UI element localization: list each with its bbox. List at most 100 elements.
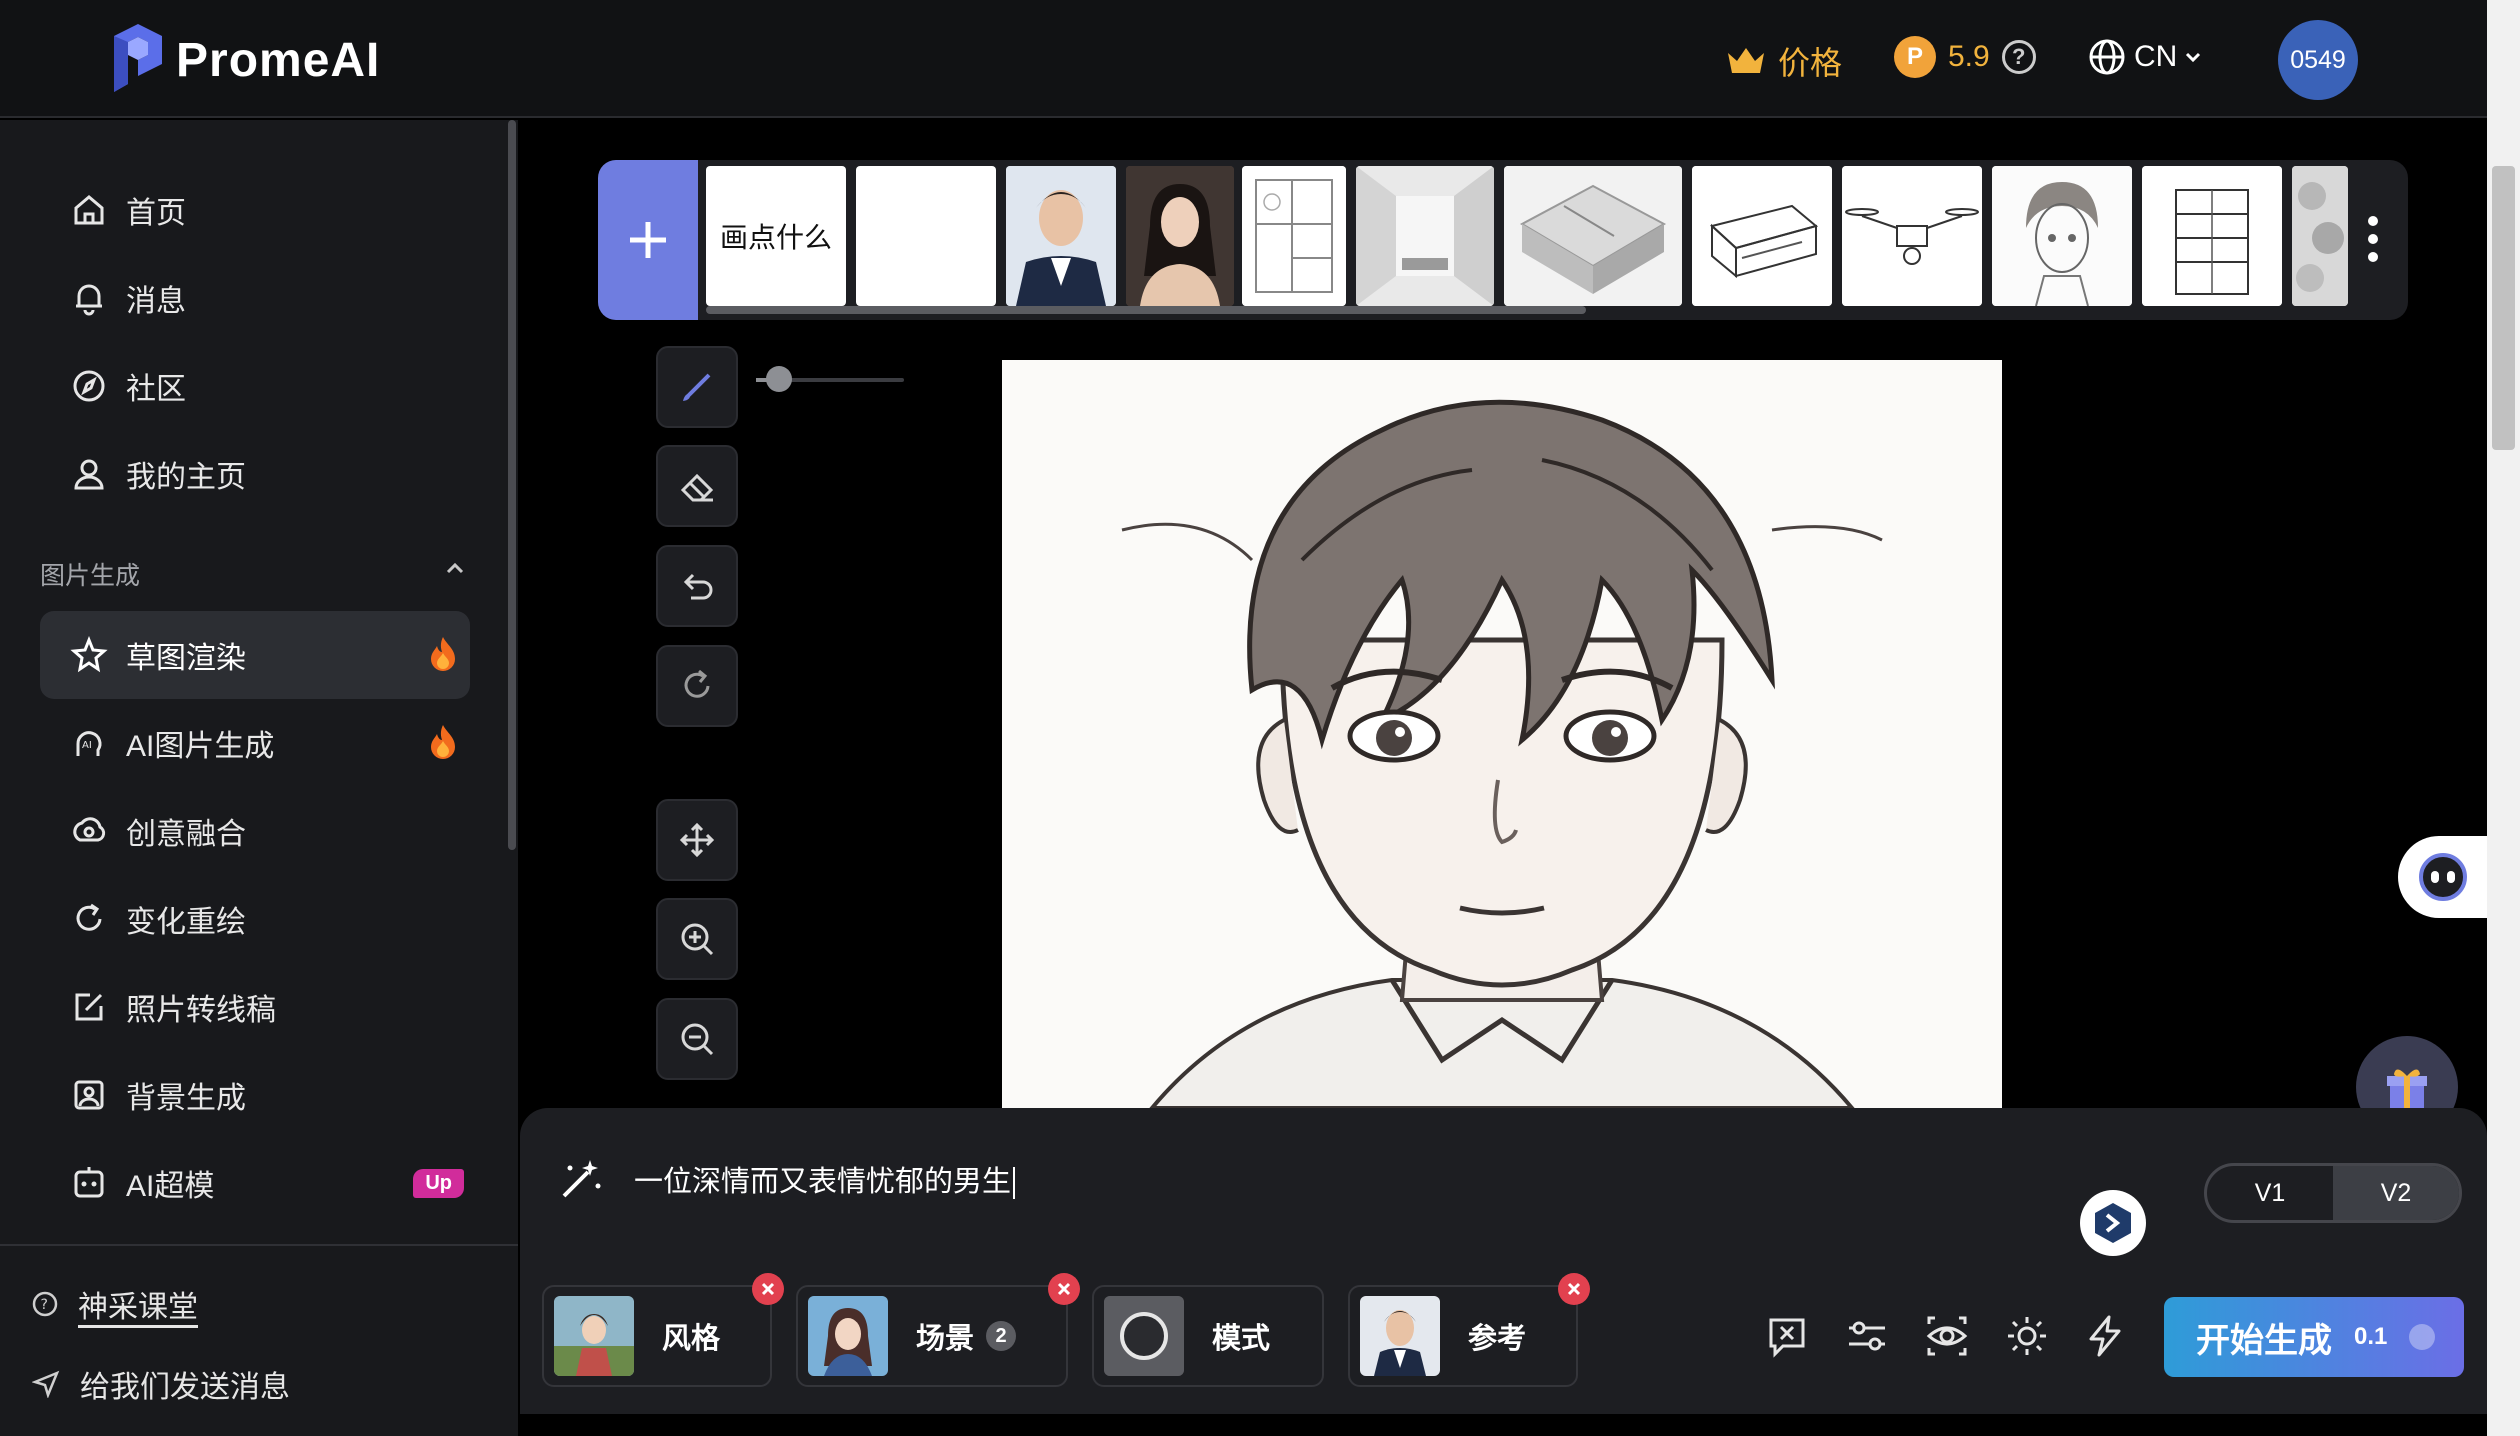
zoom-in-button[interactable] bbox=[656, 898, 738, 980]
template-anime-boy[interactable] bbox=[1992, 166, 2132, 306]
page-scrollbar-thumb[interactable] bbox=[2492, 166, 2515, 450]
undo-button[interactable] bbox=[656, 545, 738, 627]
sidebar-item-ai-image[interactable]: AI AI图片生成 bbox=[40, 699, 470, 787]
sidebar-item-label: 创意融合 bbox=[126, 818, 246, 851]
zoom-out-button[interactable] bbox=[656, 998, 738, 1080]
version-v1-button[interactable]: V1 bbox=[2207, 1166, 2333, 1220]
template-food[interactable] bbox=[2292, 166, 2348, 306]
sidebar-item-community[interactable]: 社区 bbox=[40, 342, 470, 430]
crown-icon bbox=[1728, 48, 1764, 73]
sidebar-scrollbar[interactable] bbox=[508, 120, 516, 850]
zoom-in-icon bbox=[681, 923, 714, 956]
generate-label: 开始生成 bbox=[2196, 1321, 2332, 1360]
style-label: 风格 bbox=[662, 1323, 721, 1355]
gift-icon bbox=[2387, 1069, 2427, 1108]
scene-chip[interactable]: 场景 2 bbox=[796, 1273, 1080, 1387]
sketch-canvas[interactable] bbox=[1002, 360, 2002, 1108]
redo-icon bbox=[684, 669, 710, 698]
course-link[interactable]: ? 神采课堂 bbox=[32, 1282, 198, 1326]
zoom-out-icon bbox=[681, 1023, 714, 1056]
fire-icon bbox=[431, 637, 455, 671]
sidebar-item-creative-blend[interactable]: 创意融合 bbox=[40, 787, 470, 875]
sidebar-item-ai-model[interactable]: AI超模 Up bbox=[40, 1139, 470, 1227]
sidebar-item-background[interactable]: 背景生成 bbox=[40, 1051, 470, 1139]
compass-icon bbox=[73, 370, 105, 402]
settings-sliders-button[interactable] bbox=[1842, 1311, 1892, 1361]
template-male-portrait[interactable] bbox=[1006, 166, 1116, 306]
brightness-button[interactable] bbox=[2002, 1311, 2052, 1361]
chevron-down-icon bbox=[2186, 52, 2201, 63]
template-building[interactable] bbox=[2142, 166, 2282, 306]
add-template-button[interactable] bbox=[598, 160, 698, 320]
sidebar-item-messages[interactable]: 消息 bbox=[40, 254, 470, 342]
brush-icon bbox=[683, 373, 711, 401]
language-selector[interactable]: CN bbox=[2088, 38, 2201, 76]
sidebar-item-label: 首页 bbox=[126, 197, 186, 230]
style-thumbnail bbox=[554, 1296, 634, 1376]
language-label: CN bbox=[2134, 40, 2178, 73]
blend-icon bbox=[73, 817, 106, 842]
template-drone[interactable] bbox=[1842, 166, 1982, 306]
template-isometric-room[interactable] bbox=[1504, 166, 1682, 306]
template-draw-something[interactable]: 画点什么 bbox=[706, 166, 846, 306]
brand-logo[interactable]: PromeAI bbox=[108, 22, 380, 98]
remove-style-button[interactable] bbox=[752, 1273, 784, 1305]
fast-mode-button[interactable] bbox=[2080, 1311, 2130, 1361]
pricing-link[interactable]: 价格 bbox=[1726, 38, 1842, 84]
globe-icon bbox=[2089, 39, 2125, 75]
negative-prompt-button[interactable] bbox=[1762, 1311, 1812, 1361]
chevron-up-icon[interactable] bbox=[446, 562, 464, 574]
template-strip-scrollbar[interactable] bbox=[706, 306, 1586, 314]
credits-value: 5.9 bbox=[1948, 40, 1990, 73]
template-interior[interactable] bbox=[1356, 166, 1494, 306]
brush-size-slider[interactable] bbox=[766, 366, 792, 392]
prompt-input[interactable]: 一位深情而又表情忧郁的男生 bbox=[634, 1158, 1016, 1200]
template-female-portrait[interactable] bbox=[1126, 166, 1234, 306]
generate-cost: 0.1 bbox=[2354, 1323, 2388, 1350]
help-icon[interactable]: ? bbox=[2001, 40, 2036, 74]
generate-button[interactable]: 开始生成 0.1 bbox=[2164, 1297, 2464, 1377]
bot-face-icon bbox=[2419, 853, 2467, 901]
sidebar-item-variation[interactable]: 变化重绘 bbox=[40, 875, 470, 963]
magic-wand-icon[interactable] bbox=[556, 1156, 604, 1204]
mode-thumbnail bbox=[1104, 1296, 1184, 1376]
chatbot-button[interactable] bbox=[2398, 836, 2488, 918]
move-tool-button[interactable] bbox=[656, 799, 738, 881]
redo-button[interactable] bbox=[656, 645, 738, 727]
send-icon bbox=[32, 1370, 60, 1398]
prompt-assistant-button[interactable] bbox=[2080, 1190, 2146, 1256]
reference-chip[interactable]: 参考 bbox=[1348, 1273, 1590, 1387]
sidebar-item-home[interactable]: 首页 bbox=[40, 166, 470, 254]
svg-text:?: ? bbox=[41, 1297, 48, 1313]
eraser-tool-button[interactable] bbox=[656, 445, 738, 527]
sidebar-item-label: 我的主页 bbox=[126, 461, 246, 494]
remove-scene-button[interactable] bbox=[1048, 1273, 1080, 1305]
credits-balance[interactable]: P 5.9 ? bbox=[1894, 36, 2036, 78]
feedback-label: 给我们发送消息 bbox=[80, 1371, 290, 1404]
sidebar-item-profile[interactable]: 我的主页 bbox=[40, 430, 470, 518]
more-vertical-icon[interactable] bbox=[2366, 214, 2380, 264]
sidebar-item-sketch-render[interactable]: 草图渲染 bbox=[40, 611, 470, 699]
sidebar-item-label: 背景生成 bbox=[126, 1082, 246, 1115]
template-floor-plan[interactable] bbox=[1242, 166, 1346, 306]
remove-reference-button[interactable] bbox=[1558, 1273, 1590, 1305]
brand-name: PromeAI bbox=[176, 33, 381, 87]
sidebar-item-photo-to-line[interactable]: 照片转线稿 bbox=[40, 963, 470, 1051]
feedback-link[interactable]: 给我们发送消息 bbox=[32, 1362, 290, 1406]
brush-tool-button[interactable] bbox=[656, 346, 738, 428]
user-avatar[interactable]: 0549 bbox=[2278, 20, 2358, 100]
coin-icon: P bbox=[1894, 36, 1936, 78]
style-chip[interactable]: 风格 bbox=[542, 1273, 784, 1387]
preview-button[interactable] bbox=[1922, 1311, 1972, 1361]
sidebar-item-label: AI超模 bbox=[126, 1170, 215, 1203]
version-v2-button[interactable]: V2 bbox=[2333, 1166, 2459, 1220]
pricing-label: 价格 bbox=[1778, 45, 1843, 81]
template-printer[interactable] bbox=[1692, 166, 1832, 306]
help-circle-icon: ? bbox=[32, 1291, 58, 1317]
top-header: PromeAI 价格 P 5.9 ? CN 0549 bbox=[0, 0, 2487, 118]
mode-chip[interactable]: 模式 bbox=[1092, 1285, 1324, 1387]
scene-label-group: 场景 2 bbox=[916, 1315, 1017, 1357]
close-icon bbox=[1567, 1282, 1581, 1296]
fire-icon bbox=[431, 725, 455, 759]
template-blank[interactable] bbox=[856, 166, 996, 306]
